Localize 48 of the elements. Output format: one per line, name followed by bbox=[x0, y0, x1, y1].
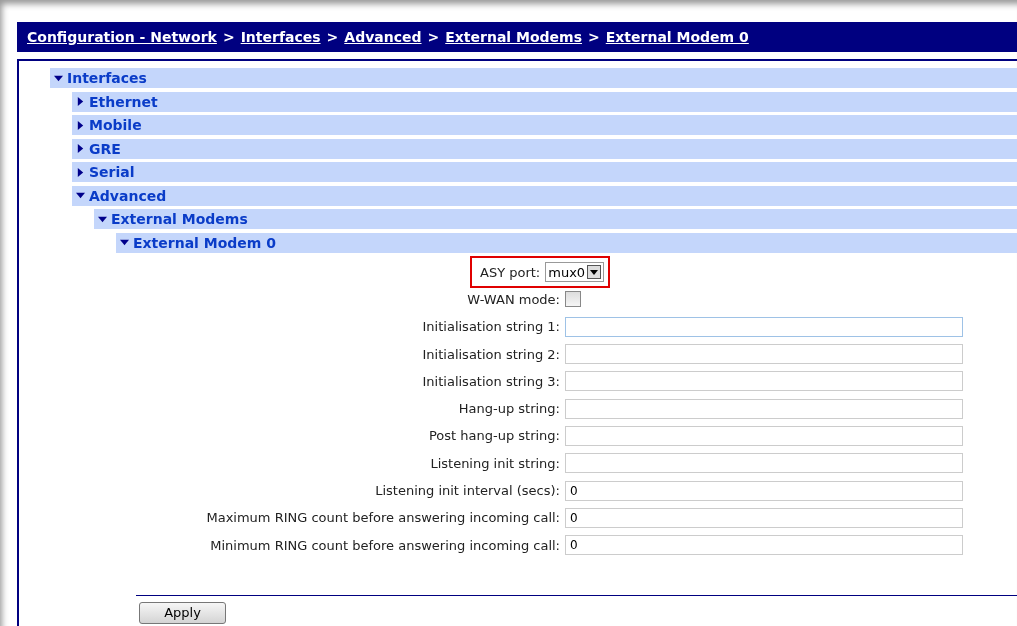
text-field[interactable] bbox=[565, 425, 963, 446]
text-field[interactable] bbox=[565, 371, 963, 392]
tree-item[interactable]: Advanced bbox=[72, 185, 1017, 206]
text-field[interactable] bbox=[565, 453, 963, 474]
field-label: Initialisation string 2: bbox=[421, 346, 560, 362]
field-label: Minimum RING count before answering incoming call: bbox=[209, 537, 560, 553]
tree-item[interactable]: External Modem 0 bbox=[116, 232, 1017, 253]
expanded-arrow-icon bbox=[76, 191, 85, 200]
expanded-arrow-icon bbox=[98, 214, 107, 224]
text-field[interactable] bbox=[565, 344, 963, 365]
collapsed-arrow-icon bbox=[76, 120, 85, 130]
breadcrumb-separator: > bbox=[427, 29, 440, 45]
port-select[interactable]: mux0 bbox=[545, 262, 605, 283]
apply-button[interactable]: Apply bbox=[139, 601, 226, 624]
collapsed-arrow-icon bbox=[76, 167, 85, 177]
tree-item[interactable]: Interfaces bbox=[50, 68, 1017, 88]
text-field[interactable]: 0 bbox=[565, 535, 963, 556]
field-label: Listening init interval (secs): bbox=[374, 483, 560, 499]
checkbox[interactable] bbox=[565, 291, 581, 308]
field-label: ASY port: bbox=[480, 264, 541, 280]
expanded-arrow-icon bbox=[120, 238, 129, 247]
breadcrumb-link[interactable]: Advanced bbox=[344, 29, 422, 45]
text-field[interactable] bbox=[565, 398, 963, 419]
tree-item[interactable]: Mobile bbox=[72, 115, 1017, 135]
breadcrumb-separator: > bbox=[588, 29, 600, 45]
field-label: Initialisation string 3: bbox=[421, 373, 560, 389]
field-label: Post hang-up string: bbox=[427, 428, 560, 444]
field-label: Initialisation string 1: bbox=[421, 319, 560, 335]
breadcrumb-link[interactable]: Configuration - Network bbox=[27, 29, 217, 45]
tree-item[interactable]: Serial bbox=[72, 162, 1017, 182]
expanded-arrow-icon bbox=[54, 73, 63, 83]
field-label: Hang-up string: bbox=[457, 401, 560, 417]
breadcrumb-separator: > bbox=[326, 29, 339, 45]
tree-item[interactable]: GRE bbox=[72, 138, 1017, 159]
breadcrumb-link[interactable]: Interfaces bbox=[240, 29, 321, 45]
collapsed-arrow-icon bbox=[76, 97, 85, 106]
breadcrumb-link[interactable]: External Modem 0 bbox=[605, 29, 749, 45]
field-label: W-WAN mode: bbox=[466, 291, 560, 307]
field-label: Listening init string: bbox=[429, 455, 560, 471]
breadcrumb-separator: > bbox=[222, 29, 235, 45]
tree-item[interactable]: External Modems bbox=[94, 209, 1017, 229]
breadcrumb-link[interactable]: External Modems bbox=[445, 29, 582, 45]
text-field[interactable] bbox=[565, 316, 963, 337]
field-label: Maximum RING count before answering incoming call: bbox=[205, 510, 560, 526]
tree-item[interactable]: Ethernet bbox=[72, 91, 1017, 112]
text-field[interactable]: 0 bbox=[565, 480, 963, 501]
text-field[interactable]: 0 bbox=[565, 507, 963, 528]
collapsed-arrow-icon bbox=[76, 144, 85, 153]
